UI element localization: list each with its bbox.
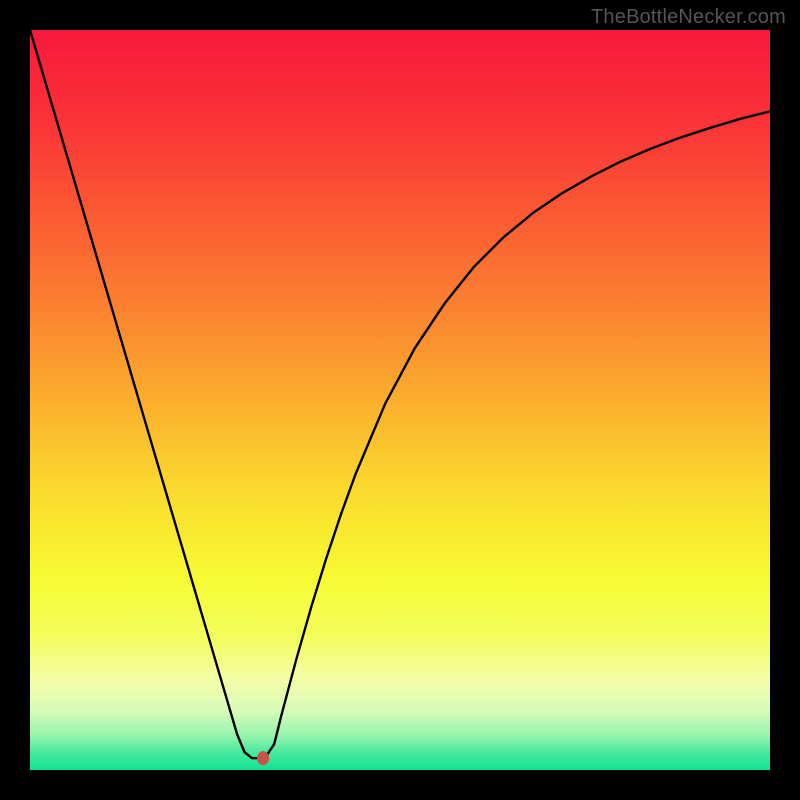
optimal-point-marker — [257, 751, 269, 765]
plot-area — [30, 30, 770, 770]
chart-svg — [30, 30, 770, 770]
gradient-bg — [30, 30, 770, 770]
chart-frame: TheBottleNecker.com — [0, 0, 800, 800]
watermark-text: TheBottleNecker.com — [591, 6, 786, 29]
